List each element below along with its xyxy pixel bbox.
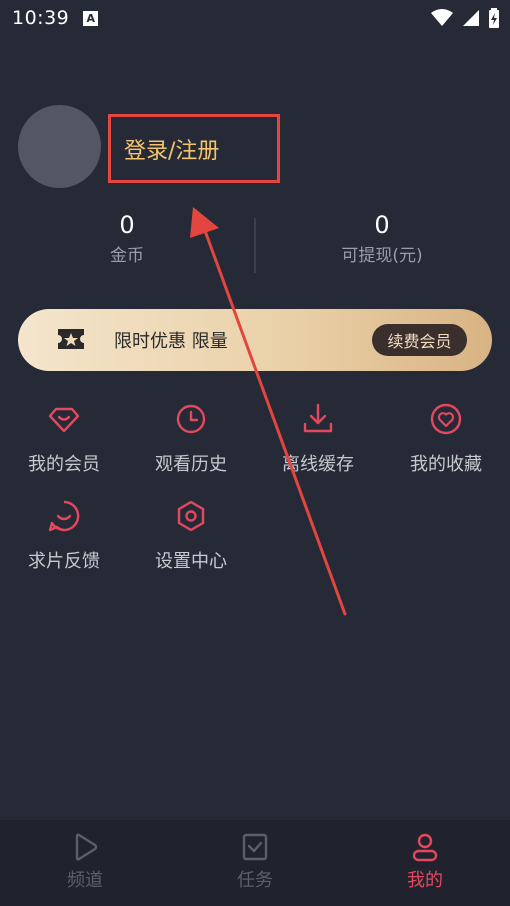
vip-banner[interactable]: 限时优惠 限量 续费会员 bbox=[18, 309, 492, 371]
bottom-nav: 频道 任务 我的 bbox=[0, 820, 510, 906]
clock-icon bbox=[176, 404, 206, 434]
menu-item-favorites[interactable]: 我的收藏 bbox=[382, 402, 510, 476]
cash-stat[interactable]: 0 可提现(元) bbox=[282, 208, 482, 270]
menu-item-history[interactable]: 观看历史 bbox=[127, 402, 255, 476]
ticket-star-icon bbox=[58, 329, 84, 349]
diamond-icon bbox=[48, 407, 80, 433]
menu-label-history: 观看历史 bbox=[155, 454, 227, 475]
status-bar: 10:39 A bbox=[0, 0, 510, 36]
tab-label-task: 任务 bbox=[237, 870, 273, 891]
login-register-button[interactable]: 登录/注册 bbox=[108, 114, 280, 183]
menu-label-offline-cache: 离线缓存 bbox=[282, 454, 354, 475]
renew-membership-button[interactable]: 续费会员 bbox=[372, 324, 467, 356]
tab-label-channel: 频道 bbox=[67, 870, 103, 891]
settings-icon bbox=[177, 500, 205, 532]
menu-label-favorites: 我的收藏 bbox=[410, 454, 482, 475]
cash-label: 可提现(元) bbox=[341, 246, 423, 266]
battery-icon bbox=[489, 8, 499, 28]
menu-item-settings[interactable]: 设置中心 bbox=[127, 499, 255, 573]
notification-a-icon: A bbox=[83, 10, 99, 26]
wifi-icon bbox=[431, 9, 453, 26]
status-right bbox=[430, 8, 500, 28]
login-register-label: 登录/注册 bbox=[124, 138, 220, 164]
menu-label-membership: 我的会员 bbox=[28, 454, 100, 475]
user-icon bbox=[412, 833, 438, 862]
cash-value: 0 bbox=[374, 211, 390, 239]
coins-stat[interactable]: 0 金币 bbox=[27, 208, 227, 270]
heart-icon bbox=[430, 403, 462, 435]
menu-item-membership[interactable]: 我的会员 bbox=[0, 402, 128, 476]
menu-item-offline-cache[interactable]: 离线缓存 bbox=[254, 402, 382, 476]
signal-icon bbox=[463, 10, 479, 26]
coins-label: 金币 bbox=[110, 246, 144, 266]
avatar[interactable] bbox=[18, 105, 101, 188]
feedback-icon bbox=[48, 500, 80, 532]
play-icon bbox=[75, 833, 98, 861]
tab-mine[interactable]: 我的 bbox=[365, 832, 485, 892]
menu-item-feedback[interactable]: 求片反馈 bbox=[0, 499, 128, 573]
task-icon bbox=[242, 833, 268, 861]
tab-label-mine: 我的 bbox=[407, 870, 443, 891]
tab-channel[interactable]: 频道 bbox=[25, 832, 145, 892]
vip-promo-text: 限时优惠 限量 bbox=[114, 331, 228, 352]
tab-task[interactable]: 任务 bbox=[195, 832, 315, 892]
menu-label-settings: 设置中心 bbox=[155, 551, 227, 572]
status-left: 10:39 A bbox=[12, 7, 99, 29]
menu-label-feedback: 求片反馈 bbox=[28, 551, 100, 572]
download-icon bbox=[303, 403, 333, 433]
coins-value: 0 bbox=[119, 211, 135, 239]
stats-divider bbox=[254, 218, 256, 273]
status-time: 10:39 bbox=[12, 7, 70, 29]
